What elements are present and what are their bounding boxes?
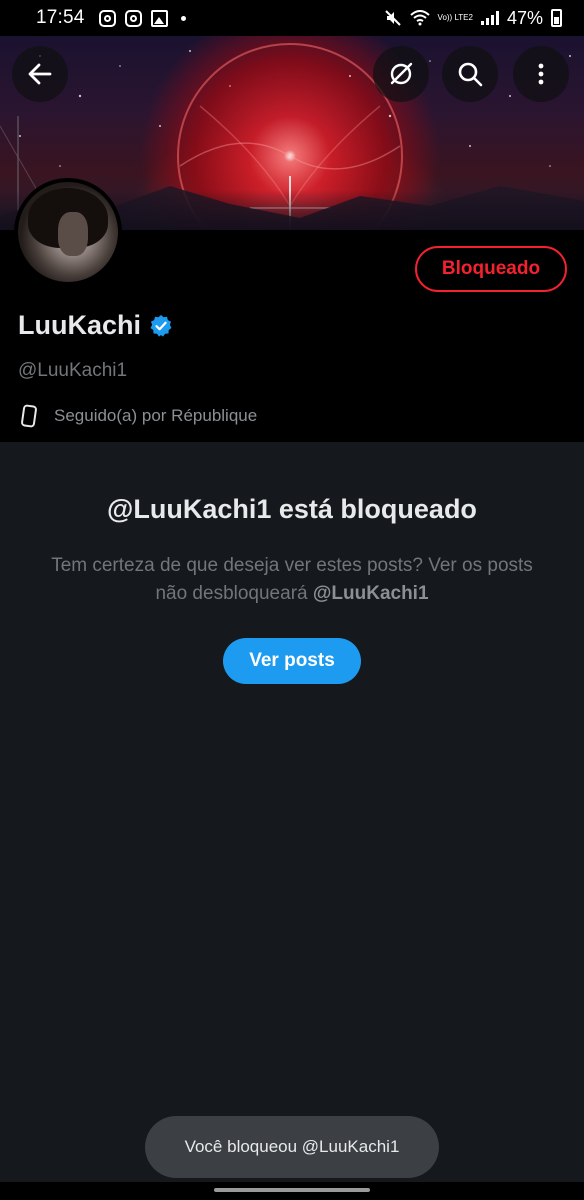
mute-icon: [384, 10, 401, 26]
status-right: Vo)) LTE2 47%: [384, 8, 562, 29]
grok-icon: [390, 62, 413, 85]
toast-text: Você bloqueou @LuuKachi1: [184, 1137, 400, 1156]
grok-button[interactable]: [373, 46, 429, 102]
display-name-text: LuuKachi: [18, 310, 142, 340]
dot-icon: [180, 15, 186, 21]
signal-icon: [480, 11, 499, 25]
search-icon: [458, 62, 483, 87]
gallery-icon: [150, 9, 168, 27]
arrow-left-icon: [28, 63, 52, 85]
blocked-button[interactable]: Bloqueado: [415, 246, 567, 292]
blocked-panel: @LuuKachi1 está bloqueado Tem certeza de…: [0, 442, 584, 1182]
status-bar: 17:54 Vo)) LTE2 47%: [0, 0, 584, 36]
instagram-icon: [124, 9, 142, 27]
followed-by[interactable]: Seguido(a) por République: [18, 404, 257, 428]
display-name: LuuKachi: [18, 310, 173, 341]
followed-by-text: Seguido(a) por République: [54, 406, 258, 425]
battery-icon: [551, 9, 562, 27]
home-indicator[interactable]: [214, 1188, 370, 1192]
blocked-title: @LuuKachi1 está bloqueado: [107, 494, 477, 524]
blocked-description-text: Tem certeza de que deseja ver estes post…: [51, 555, 533, 604]
avatar[interactable]: [14, 178, 122, 286]
profile-handle: @LuuKachi1: [18, 360, 128, 381]
network-type: Vo)) LTE2: [437, 13, 473, 22]
status-time: 17:54: [36, 7, 85, 28]
instagram-icon: [98, 9, 116, 27]
more-vertical-icon: [538, 63, 544, 85]
blocked-description-handle: @LuuKachi1: [312, 583, 429, 604]
back-button[interactable]: [12, 46, 68, 102]
view-posts-button[interactable]: Ver posts: [223, 638, 361, 684]
toast-message: Você bloqueou @LuuKachi1: [145, 1116, 439, 1178]
profile-header: Bloqueado LuuKachi @LuuKachi1 Seguido(a)…: [0, 178, 584, 442]
avatar-face: [58, 212, 88, 256]
verified-badge-icon[interactable]: [149, 314, 173, 338]
phone-icon: [21, 404, 37, 428]
more-button[interactable]: [513, 46, 569, 102]
notification-icons: [98, 9, 186, 27]
search-button[interactable]: [442, 46, 498, 102]
battery-percent: 47%: [506, 7, 543, 28]
blocked-description: Tem certeza de que deseja ver estes post…: [40, 552, 544, 608]
wifi-icon: [409, 10, 430, 26]
